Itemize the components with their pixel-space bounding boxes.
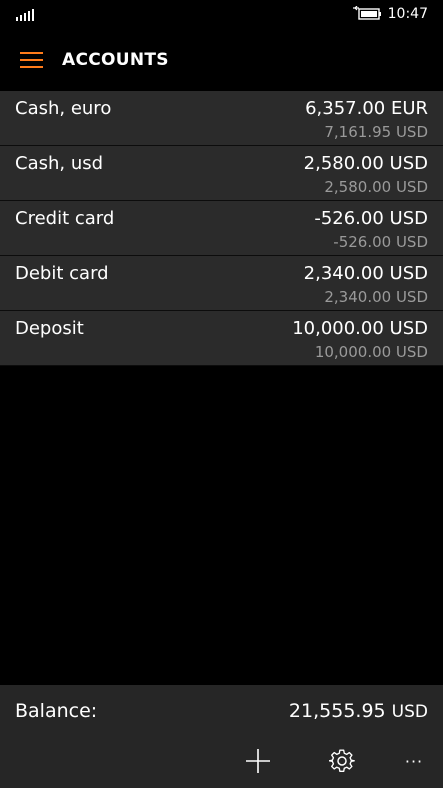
account-amount: 2,580.00 USD — [303, 153, 428, 174]
account-row-deposit[interactable]: Deposit 10,000.00 USD 10,000.00 USD — [0, 311, 443, 366]
accounts-list: Cash, euro 6,357.00 EUR 7,161.95 USD Cas… — [0, 91, 443, 366]
account-amount-usd: 7,161.95 USD — [324, 123, 428, 141]
account-name: Debit card — [15, 263, 109, 284]
signal-icon — [16, 8, 34, 21]
add-account-button[interactable] — [240, 743, 276, 779]
more-options-button[interactable]: ··· — [396, 743, 432, 779]
more-ellipsis-icon: ··· — [404, 751, 424, 771]
account-amount-usd: -526.00 USD — [333, 233, 428, 251]
account-amount-usd: 2,340.00 USD — [324, 288, 428, 306]
account-name: Cash, usd — [15, 153, 104, 174]
account-name: Credit card — [15, 208, 115, 229]
account-row-credit-card[interactable]: Credit card -526.00 USD -526.00 USD — [0, 201, 443, 256]
account-amount-usd: 2,580.00 USD — [324, 178, 428, 196]
toolbar: ··· — [0, 741, 443, 781]
account-name: Deposit — [15, 318, 84, 339]
hamburger-menu-icon[interactable] — [20, 52, 43, 68]
account-amount: 6,357.00 EUR — [305, 98, 428, 119]
balance-value: 21,555.95 USD — [289, 700, 428, 722]
battery-charging-icon — [353, 5, 383, 22]
account-row-cash-euro[interactable]: Cash, euro 6,357.00 EUR 7,161.95 USD — [0, 91, 443, 146]
gear-icon — [329, 749, 355, 773]
status-bar: 10:47 — [0, 0, 443, 30]
settings-button[interactable] — [324, 743, 360, 779]
app-bar: Balance: 21,555.95 USD ··· — [0, 685, 443, 788]
balance-label: Balance: — [15, 700, 98, 722]
account-row-cash-usd[interactable]: Cash, usd 2,580.00 USD 2,580.00 USD — [0, 146, 443, 201]
balance-currency: USD — [391, 702, 428, 722]
account-amount: -526.00 USD — [314, 208, 428, 229]
account-amount: 2,340.00 USD — [303, 263, 428, 284]
account-name: Cash, euro — [15, 98, 112, 119]
account-amount: 10,000.00 USD — [292, 318, 428, 339]
account-amount-usd: 10,000.00 USD — [314, 343, 428, 361]
page-title: ACCOUNTS — [62, 50, 169, 70]
clock-time: 10:47 — [387, 6, 428, 22]
plus-icon — [246, 749, 270, 773]
balance-amount: 21,555.95 — [288, 700, 386, 722]
app-header: ACCOUNTS — [0, 36, 443, 86]
account-row-debit-card[interactable]: Debit card 2,340.00 USD 2,340.00 USD — [0, 256, 443, 311]
